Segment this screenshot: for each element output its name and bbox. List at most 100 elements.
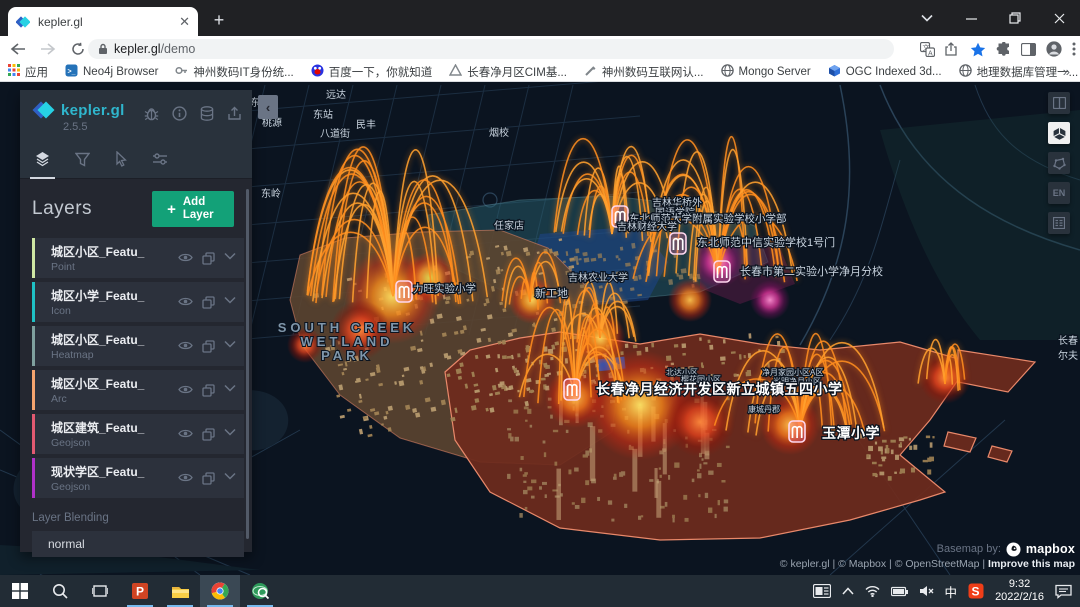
- new-tab-button[interactable]: +: [206, 8, 232, 34]
- bookmark-item-7[interactable]: OGC Indexed 3d...: [828, 64, 942, 80]
- info-icon[interactable]: [172, 106, 187, 126]
- taskbar-clock[interactable]: 9:322022/2/16: [995, 578, 1044, 604]
- duplicate-layer-icon[interactable]: [202, 472, 215, 485]
- layer-color-bar: [32, 282, 35, 322]
- sogou-icon[interactable]: S: [968, 583, 984, 599]
- tab-search-icon[interactable]: [906, 0, 948, 36]
- duplicate-layer-icon[interactable]: [202, 428, 215, 441]
- panel-scrollbar[interactable]: [246, 189, 249, 539]
- map-canvas[interactable]: 远达东站民丰八道街烟校东桃源东岭任家店吉林华桥外国语学院东北师范大学附属实验学校…: [0, 82, 1080, 575]
- panel-tab-interactions[interactable]: [114, 145, 128, 179]
- layers-tab-icon: [34, 151, 51, 172]
- panel-collapse-button[interactable]: ‹: [258, 95, 278, 119]
- layer-expand-chevron-icon[interactable]: [224, 472, 236, 480]
- bookmark-item-1[interactable]: >_Neo4j Browser: [65, 64, 158, 80]
- layer-item-5[interactable]: 现状学区_Featu_Geojson: [32, 458, 244, 498]
- bookmark-item-8[interactable]: 地理数据库管理一...: [959, 64, 1079, 80]
- database-icon[interactable]: [200, 106, 214, 126]
- visibility-eye-icon[interactable]: [178, 340, 193, 351]
- panel-tab-layers[interactable]: [34, 145, 51, 179]
- svg-text:净月家园小区A区: 净月家园小区A区: [762, 367, 823, 377]
- layer-item-0[interactable]: 城区小区_Featu_Point: [32, 238, 244, 278]
- browser-tab[interactable]: kepler.gl ✕: [8, 7, 198, 36]
- export-icon[interactable]: [227, 106, 242, 126]
- taskbar-chrome[interactable]: [200, 575, 240, 607]
- duplicate-layer-icon[interactable]: [202, 384, 215, 397]
- taskbar-powerpoint[interactable]: P: [120, 575, 160, 607]
- translate-icon[interactable]: 文A: [920, 42, 935, 57]
- visibility-eye-icon[interactable]: [178, 384, 193, 395]
- battery-icon[interactable]: [891, 586, 908, 597]
- taskbar-file-explorer[interactable]: [160, 575, 200, 607]
- layer-item-1[interactable]: 城区小学_Featu_Icon: [32, 282, 244, 322]
- panel-tab-filters[interactable]: [75, 145, 90, 179]
- browser-titlebar: kepler.gl ✕ +: [0, 0, 1080, 36]
- svg-text:八道街: 八道街: [320, 127, 350, 140]
- duplicate-layer-icon[interactable]: [202, 340, 215, 353]
- layer-color-bar: [32, 326, 35, 366]
- window-minimize-button[interactable]: [950, 0, 992, 36]
- bookmarks-overflow-icon[interactable]: »: [1063, 64, 1070, 79]
- forward-button[interactable]: [36, 37, 60, 61]
- taskbar-arcgis[interactable]: [240, 575, 280, 607]
- back-button[interactable]: [6, 37, 30, 61]
- baidu-icon: [311, 64, 324, 80]
- address-bar[interactable]: kepler.gl/demo: [88, 39, 894, 59]
- layer-item-2[interactable]: 城区小区_Featu_Heatmap: [32, 326, 244, 366]
- news-widget-icon[interactable]: [813, 584, 831, 598]
- task-view-button[interactable]: [80, 575, 120, 607]
- start-button[interactable]: [0, 575, 40, 607]
- profile-avatar[interactable]: [1046, 41, 1062, 57]
- chrome-menu-icon[interactable]: [1072, 42, 1076, 56]
- layer-expand-chevron-icon[interactable]: [224, 428, 236, 436]
- search-button[interactable]: [40, 575, 80, 607]
- map-control-view-3d[interactable]: [1048, 122, 1070, 144]
- visibility-eye-icon[interactable]: [178, 296, 193, 307]
- layer-item-3[interactable]: 城区小区_Featu_Arc: [32, 370, 244, 410]
- volume-muted-icon[interactable]: [919, 585, 934, 597]
- share-icon[interactable]: [945, 42, 960, 56]
- neo4j-icon: >_: [65, 64, 78, 80]
- window-restore-button[interactable]: [994, 0, 1036, 36]
- svg-text:>_: >_: [68, 68, 76, 75]
- layer-expand-chevron-icon[interactable]: [224, 384, 236, 392]
- map-control-draw-polygon[interactable]: [1048, 152, 1070, 174]
- bookmark-item-2[interactable]: 神州数码IT身份统...: [175, 64, 293, 80]
- action-center-icon[interactable]: [1055, 584, 1072, 599]
- layer-item-4[interactable]: 城区建筑_Featu_Geojson: [32, 414, 244, 454]
- layer-expand-chevron-icon[interactable]: [224, 252, 236, 260]
- bookmark-item-0[interactable]: 应用: [8, 64, 48, 80]
- svg-text:吉林农业大学: 吉林农业大学: [568, 271, 628, 284]
- side-panel-icon[interactable]: [1021, 43, 1036, 56]
- ime-indicator[interactable]: 中: [945, 582, 958, 601]
- bookmark-item-3[interactable]: 百度一下，你就知道: [311, 64, 433, 80]
- layer-blending-select[interactable]: normal: [32, 531, 244, 557]
- wifi-icon[interactable]: [865, 585, 880, 597]
- map-control-locale[interactable]: EN: [1048, 182, 1070, 204]
- bookmark-item-6[interactable]: Mongo Server: [721, 64, 811, 80]
- layer-expand-chevron-icon[interactable]: [224, 340, 236, 348]
- mapbox-logo-text: mapbox: [1026, 543, 1075, 556]
- duplicate-layer-icon[interactable]: [202, 252, 215, 265]
- screen: 远达东站民丰八道街烟校东桃源东岭任家店吉林华桥外国语学院东北师范大学附属实验学校…: [0, 0, 1080, 607]
- visibility-eye-icon[interactable]: [178, 472, 193, 483]
- bug-icon[interactable]: [144, 106, 159, 126]
- layer-expand-chevron-icon[interactable]: [224, 296, 236, 304]
- visibility-eye-icon[interactable]: [178, 252, 193, 263]
- duplicate-layer-icon[interactable]: [202, 296, 215, 309]
- map-control-split-map[interactable]: [1048, 92, 1070, 114]
- url-host: kepler.gl: [114, 42, 161, 56]
- tray-expand-icon[interactable]: [842, 587, 854, 595]
- extensions-icon[interactable]: [996, 42, 1011, 57]
- map-control-legend[interactable]: [1048, 212, 1070, 234]
- reload-button[interactable]: [66, 37, 90, 61]
- bookmark-star-icon[interactable]: [970, 42, 986, 57]
- tab-close-icon[interactable]: ✕: [179, 14, 190, 30]
- improve-map-link[interactable]: Improve this map: [988, 558, 1075, 570]
- visibility-eye-icon[interactable]: [178, 428, 193, 439]
- add-layer-button[interactable]: + Add Layer: [152, 191, 234, 227]
- bookmark-item-5[interactable]: 神州数码互联网认...: [584, 64, 704, 80]
- bookmark-item-4[interactable]: 长春净月区CIM基...: [449, 64, 567, 80]
- window-close-button[interactable]: [1038, 0, 1080, 36]
- panel-tab-basemap[interactable]: [152, 145, 168, 179]
